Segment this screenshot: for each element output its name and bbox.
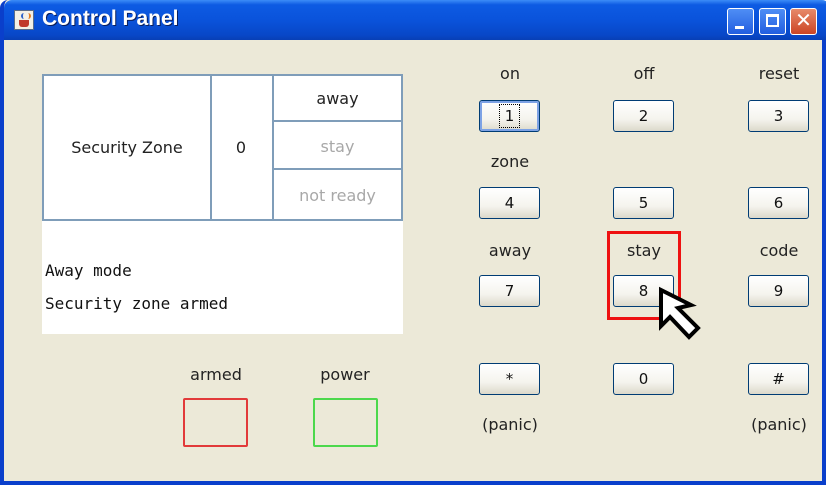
close-icon: ✕ [795, 8, 812, 32]
key-label-off: off [633, 64, 655, 83]
maximize-button[interactable] [759, 8, 786, 35]
zone-count: 0 [210, 76, 274, 219]
key-label-reset: reset [758, 64, 800, 83]
minimize-button[interactable] [727, 8, 754, 35]
armed-lamp [183, 398, 248, 447]
key-1-button[interactable]: 1 [479, 100, 540, 132]
message-display: Away mode Security zone armed [42, 221, 403, 334]
key-label-away: away [488, 241, 532, 260]
key-3-button[interactable]: 3 [748, 100, 809, 132]
title-bar[interactable]: Control Panel ✕ [4, 0, 826, 40]
key-5-button[interactable]: 5 [613, 187, 674, 219]
status-grid: Security Zone 0 away stay not ready [42, 74, 403, 221]
armed-label: armed [190, 365, 242, 384]
display-line-1: Away mode [45, 261, 132, 280]
key-7-button[interactable]: 7 [479, 275, 540, 307]
key-2-button[interactable]: 2 [613, 100, 674, 132]
key-9-button[interactable]: 9 [748, 275, 809, 307]
key-0-button[interactable]: 0 [613, 363, 674, 395]
key-star-button[interactable]: * [479, 363, 540, 395]
key-6-button[interactable]: 6 [748, 187, 809, 219]
power-label: power [320, 365, 370, 384]
key-label-on: on [500, 64, 520, 83]
close-button[interactable]: ✕ [790, 8, 817, 35]
mode-not-ready-indicator: not ready [299, 186, 376, 205]
key-label-code: code [759, 241, 799, 260]
mode-away-indicator: away [274, 76, 401, 122]
security-zone-label: Security Zone [44, 76, 212, 219]
window-title: Control Panel [42, 7, 179, 30]
key-4-button[interactable]: 4 [479, 187, 540, 219]
java-app-icon [14, 10, 34, 30]
maximize-icon [766, 14, 779, 27]
display-line-2: Security zone armed [45, 294, 229, 313]
key-label-panic-left: (panic) [482, 415, 538, 434]
key-hash-button[interactable]: # [748, 363, 809, 395]
control-panel-window: Control Panel ✕ Security Zone 0 away sta… [0, 0, 826, 485]
key-label-panic-right: (panic) [751, 415, 807, 434]
key-label-zone: zone [490, 152, 530, 171]
power-lamp [313, 398, 378, 447]
minimize-icon [735, 26, 744, 29]
mouse-pointer-icon [659, 286, 701, 340]
mode-stay-indicator: stay [274, 124, 401, 170]
